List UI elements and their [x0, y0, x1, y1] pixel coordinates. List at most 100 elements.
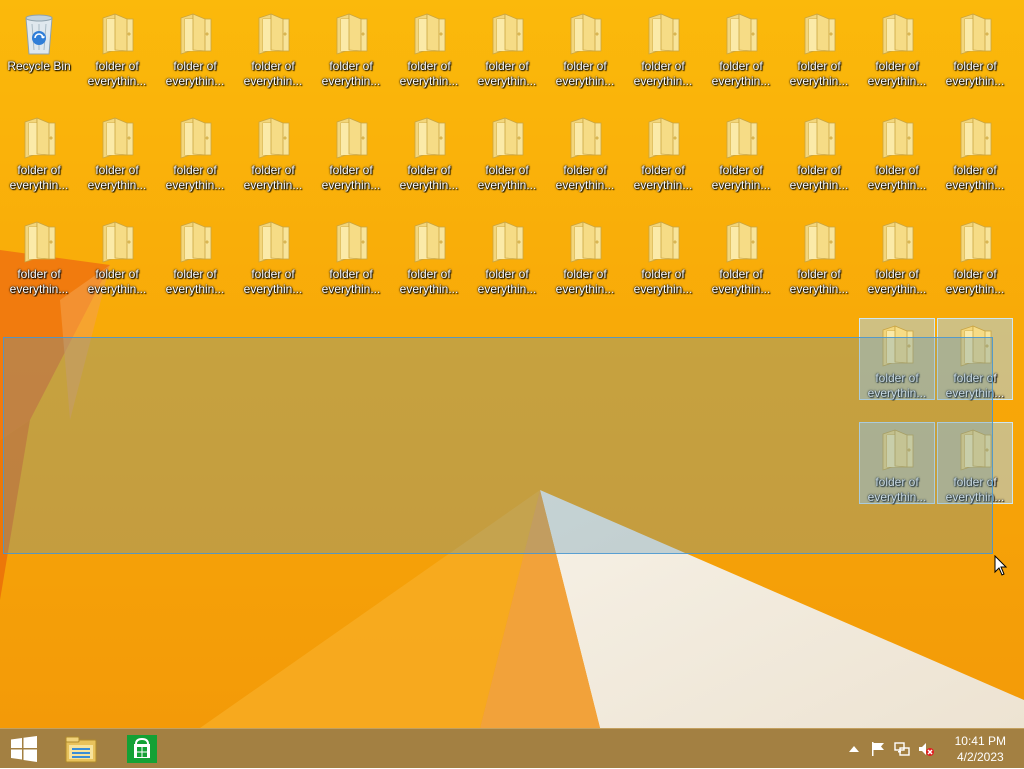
icon-label: folder of [719, 163, 763, 177]
folder-icon [102, 221, 134, 263]
folder-desktop-icon[interactable]: folder of everythin... [313, 214, 389, 296]
icon-label: folder of [485, 59, 529, 73]
folder-desktop-icon[interactable]: folder of everythin... [547, 110, 623, 192]
folder-desktop-icon[interactable]: folder of everythin... [157, 110, 233, 192]
clock-date: 4/2/2023 [956, 750, 1004, 764]
folder-desktop-icon[interactable]: folder of everythin... [547, 6, 623, 88]
icon-label: folder of [173, 163, 217, 177]
folder-desktop-icon[interactable]: folder of everythin... [547, 214, 623, 296]
icon-label: folder of [641, 163, 685, 177]
folder-icon [648, 221, 680, 263]
folder-desktop-icon[interactable]: folder of everythin... [391, 214, 467, 296]
folder-icon [24, 221, 56, 263]
start-button[interactable] [0, 730, 48, 768]
folder-desktop-icon[interactable]: folder of everythin... [703, 110, 779, 192]
folder-desktop-icon[interactable]: folder of everythin... [1, 214, 77, 296]
show-hidden-icons-chevron-icon[interactable] [846, 741, 862, 757]
folder-desktop-icon[interactable]: folder of everythin... [235, 214, 311, 296]
icon-label: folder of [17, 267, 61, 281]
icon-label: everythin... [321, 282, 381, 296]
folder-desktop-icon[interactable]: folder of everythin... [313, 110, 389, 192]
folder-desktop-icon[interactable]: folder of everythin... [625, 6, 701, 88]
folder-desktop-icon[interactable]: folder of everythin... [469, 6, 545, 88]
folder-icon [180, 117, 212, 159]
folder-desktop-icon[interactable]: folder of everythin... [937, 6, 1013, 88]
folder-desktop-icon[interactable]: folder of everythin... [781, 6, 857, 88]
network-icon[interactable] [894, 741, 910, 757]
icon-label: everythin... [165, 178, 225, 192]
folder-desktop-icon[interactable]: folder of everythin... [859, 214, 935, 296]
icon-label: folder of [641, 267, 685, 281]
folder-desktop-icon[interactable]: folder of everythin... [391, 6, 467, 88]
folder-desktop-icon[interactable]: folder of everythin... [781, 214, 857, 296]
volume-muted-icon[interactable] [918, 741, 934, 757]
folder-icon [570, 117, 602, 159]
folder-icon [492, 221, 524, 263]
store-icon [127, 735, 157, 763]
folder-desktop-icon[interactable]: folder of everythin... [625, 110, 701, 192]
icon-label: folder of [797, 59, 841, 73]
icon-label: folder of [95, 267, 139, 281]
icon-label: folder of [407, 59, 451, 73]
folder-desktop-icon[interactable]: folder of everythin... [781, 110, 857, 192]
folder-desktop-icon[interactable]: folder of everythin... [469, 214, 545, 296]
folder-icon [258, 221, 290, 263]
folder-desktop-icon[interactable]: folder of everythin... [313, 6, 389, 88]
folder-desktop-icon[interactable]: folder of everythin... [1, 110, 77, 192]
action-center-flag-icon[interactable] [870, 741, 886, 757]
folder-icon [336, 221, 368, 263]
icon-label: everythin... [867, 178, 927, 192]
icon-label: folder of [953, 59, 997, 73]
folder-desktop-icon[interactable]: folder of everythin... [703, 214, 779, 296]
folder-desktop-icon[interactable]: folder of everythin... [79, 214, 155, 296]
icon-label: folder of [251, 163, 295, 177]
folder-icon [336, 13, 368, 55]
icon-label: everythin... [399, 178, 459, 192]
folder-desktop-icon[interactable]: folder of everythin... [235, 6, 311, 88]
folder-icon [258, 13, 290, 55]
icon-label: everythin... [867, 74, 927, 88]
folder-icon [102, 117, 134, 159]
folder-desktop-icon[interactable]: folder of everythin... [937, 214, 1013, 296]
folder-desktop-icon[interactable]: folder of everythin... [859, 6, 935, 88]
icon-label: everythin... [711, 282, 771, 296]
icon-label: everythin... [321, 74, 381, 88]
folder-icon [726, 13, 758, 55]
folder-desktop-icon[interactable]: folder of everythin... [937, 110, 1013, 192]
icon-label: folder of [329, 59, 373, 73]
icon-label: everythin... [87, 178, 147, 192]
icon-label: everythin... [87, 282, 147, 296]
icon-label: folder of [485, 163, 529, 177]
icon-label: Recycle Bin [7, 59, 71, 73]
icon-label: folder of [407, 267, 451, 281]
folder-desktop-icon[interactable]: folder of everythin... [79, 110, 155, 192]
icon-label: everythin... [399, 74, 459, 88]
icon-label: folder of [875, 163, 919, 177]
file-explorer-taskbar-button[interactable] [57, 730, 105, 768]
icon-label: everythin... [243, 74, 303, 88]
icon-label: everythin... [945, 74, 1005, 88]
icon-label: everythin... [87, 74, 147, 88]
taskbar-clock[interactable]: 10:41 PM 4/2/2023 [955, 733, 1006, 765]
folder-desktop-icon[interactable]: folder of everythin... [859, 110, 935, 192]
folder-desktop-icon[interactable]: folder of everythin... [235, 110, 311, 192]
icon-label: everythin... [399, 282, 459, 296]
folder-desktop-icon[interactable]: folder of everythin... [79, 6, 155, 88]
icon-label: folder of [251, 267, 295, 281]
folder-desktop-icon[interactable]: folder of everythin... [469, 110, 545, 192]
desktop[interactable]: Recycle Bin folder of everythin... folder… [0, 0, 1024, 728]
recycle-bin-desktop-icon[interactable]: Recycle Bin [1, 6, 77, 88]
folder-desktop-icon[interactable]: folder of everythin... [703, 6, 779, 88]
folder-desktop-icon[interactable]: folder of everythin... [625, 214, 701, 296]
folder-icon [960, 13, 992, 55]
folder-icon [726, 117, 758, 159]
icon-label: everythin... [945, 178, 1005, 192]
store-taskbar-button[interactable] [118, 730, 166, 768]
folder-desktop-icon[interactable]: folder of everythin... [391, 110, 467, 192]
icon-label: everythin... [9, 282, 69, 296]
mouse-cursor-icon [994, 555, 1008, 576]
folder-icon [804, 13, 836, 55]
folder-desktop-icon[interactable]: folder of everythin... [157, 6, 233, 88]
icon-label: folder of [173, 267, 217, 281]
folder-desktop-icon[interactable]: folder of everythin... [157, 214, 233, 296]
